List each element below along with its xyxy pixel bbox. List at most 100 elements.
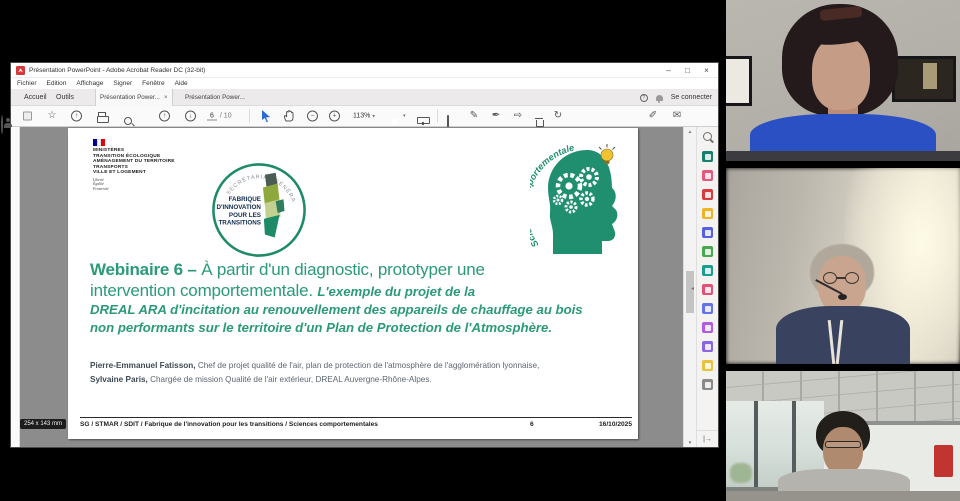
envelope-icon[interactable]: ✉ [670, 109, 684, 123]
page-down-icon[interactable]: ↓ [185, 111, 196, 122]
acrobat-app-icon [16, 66, 25, 75]
speaker-name: Sylvaine Paris, [90, 375, 148, 384]
tab-outils[interactable]: Outils [56, 89, 74, 106]
print-icon[interactable] [97, 112, 107, 120]
redo-rotate-icon[interactable]: ↻ [551, 109, 565, 123]
menu-edition[interactable]: Edition [47, 80, 67, 87]
title-bar: Présentation PowerPoint - Adobe Acrobat … [11, 63, 718, 78]
title-italic: DREAL ARA d'incitation au renouvellement… [90, 302, 583, 317]
export-pdf-icon[interactable] [702, 151, 713, 162]
zoom-in-icon[interactable]: + [329, 111, 340, 122]
tab-bar: Accueil Outils Présentation Power...× Pr… [11, 89, 718, 106]
minimize-button[interactable]: – [659, 63, 678, 78]
video-feed-participant-2[interactable] [726, 168, 960, 364]
organize-pages-icon[interactable] [702, 246, 713, 257]
expand-pane-icon[interactable]: |→ [697, 430, 718, 447]
share-upload-icon[interactable]: ↑ [71, 111, 82, 122]
tools-rail: ◂ |→ [696, 127, 718, 447]
scroll-down-icon[interactable]: ▼ [684, 440, 696, 445]
footer-date: 16/10/2025 [599, 421, 632, 428]
participant-1-face [812, 36, 870, 110]
fabrique-logo-line: TRANSITIONS [218, 220, 260, 227]
motto-line: Fraternité [93, 187, 175, 191]
left-panel-collapsed[interactable] [11, 127, 20, 447]
account-avatar-icon[interactable] [1, 115, 3, 134]
scrollbar-thumb[interactable] [686, 271, 694, 313]
tab-document-active[interactable]: Présentation Power...× [95, 89, 173, 106]
window-title: Présentation PowerPoint - Adobe Acrobat … [29, 67, 205, 74]
collapse-panel-icon[interactable]: ◂ [691, 285, 694, 292]
desk-edge [726, 151, 960, 161]
tab-accueil[interactable]: Accueil [24, 89, 47, 106]
speaker-name: Pierre-Emmanuel Fatisson, [90, 361, 196, 370]
ministry-line: VILLE ET LOGEMENT [93, 170, 175, 176]
tab-document-2[interactable]: Présentation Power... [181, 89, 249, 106]
footer-page-number: 6 [530, 421, 534, 428]
menu-aide[interactable]: Aide [175, 80, 188, 87]
page-up-icon[interactable]: ↑ [159, 111, 170, 122]
send-share-icon[interactable]: ⇨ [511, 109, 525, 123]
menu-affichage[interactable]: Affichage [76, 80, 103, 87]
video-feed-participant-1[interactable] [726, 0, 960, 161]
glasses-icon [845, 272, 859, 284]
participant-2-sweater [776, 306, 910, 364]
picture-frame [726, 56, 752, 106]
footer-text: SG / STMAR / SDIT / Fabrique de l'innova… [80, 421, 632, 428]
menu-fenetre[interactable]: Fenêtre [142, 80, 164, 87]
speaker-role: Chef de projet qualité de l'air, plan de… [196, 361, 540, 370]
sciences-comportementales-logo: Sciences comportementales [530, 142, 630, 254]
document-area: MINISTÈRES TRANSITION ÉCOLOGIQUE AMÉNAGE… [20, 127, 683, 447]
close-button[interactable]: × [697, 63, 716, 78]
ministry-line: AMÉNAGEMENT DU TERRITOIRE [93, 159, 175, 165]
protect-pdf-icon[interactable] [702, 303, 713, 314]
stamp-tool-icon[interactable] [702, 360, 713, 371]
notifications-bell-icon[interactable] [656, 95, 663, 101]
fill-sign-pen-icon[interactable]: ✒ [489, 109, 503, 123]
tab-close-icon[interactable]: × [164, 94, 168, 101]
video-feed-participant-3[interactable] [726, 371, 960, 501]
measure-tool-icon[interactable] [702, 341, 713, 352]
glasses-bridge [836, 277, 846, 279]
maximize-button[interactable]: □ [678, 63, 697, 78]
vertical-scrollbar[interactable]: ▲ ▼ [683, 127, 696, 447]
pencil-edit-icon[interactable]: ✎ [467, 109, 481, 123]
menu-fichier[interactable]: Fichier [17, 80, 37, 87]
title-italic: non performants sur le territoire d'un P… [90, 320, 552, 335]
title-italic: L'exemple du projet de la [317, 284, 475, 299]
caret-down-icon: ▾ [372, 114, 375, 120]
convert-pdf-icon[interactable] [702, 322, 713, 333]
zoom-level-select[interactable]: 113% ▾ [353, 113, 375, 120]
speakers-block: Pierre-Emmanuel Fatisson, Chef de projet… [90, 359, 625, 386]
footer-rule [80, 417, 632, 418]
menu-signer[interactable]: Signer [113, 80, 132, 87]
fabrique-logo-line: POUR LES [229, 212, 261, 219]
hand-tool-icon[interactable] [283, 110, 295, 122]
comment-tool-icon[interactable] [702, 208, 713, 219]
create-pdf-icon[interactable] [702, 189, 713, 200]
glasses-icon [825, 441, 861, 448]
select-cursor-icon[interactable] [261, 110, 271, 122]
fill-sign-icon[interactable] [702, 284, 713, 295]
zoom-out-icon[interactable]: − [307, 111, 318, 122]
video-feeds-panel [720, 0, 960, 501]
sign-in-button[interactable]: Se connecter [671, 94, 712, 101]
pen-tool-icon[interactable]: ✐ [646, 109, 660, 123]
compress-pdf-icon[interactable] [702, 265, 713, 276]
search-tool-icon[interactable] [702, 131, 714, 143]
glasses-icon [823, 272, 837, 284]
more-tools-icon[interactable] [702, 379, 713, 390]
fit-caret-icon[interactable]: ▾ [403, 113, 406, 119]
page-number-field[interactable]: 6/ 10 [207, 113, 232, 120]
star-favorite-icon[interactable]: ☆ [45, 109, 59, 123]
red-binder [934, 445, 953, 477]
current-page[interactable]: 6 [207, 113, 217, 121]
scroll-up-icon[interactable]: ▲ [684, 129, 696, 134]
divider [249, 109, 250, 123]
edit-pdf-icon[interactable] [702, 170, 713, 181]
speaker-role: Chargée de mission Qualité de l'air exté… [148, 375, 432, 384]
save-icon[interactable] [23, 112, 32, 121]
combine-files-icon[interactable] [702, 227, 713, 238]
help-icon[interactable]: ? [640, 94, 648, 102]
participant-3-face [823, 427, 863, 475]
title-bold: Webinaire 6 – [90, 260, 197, 279]
